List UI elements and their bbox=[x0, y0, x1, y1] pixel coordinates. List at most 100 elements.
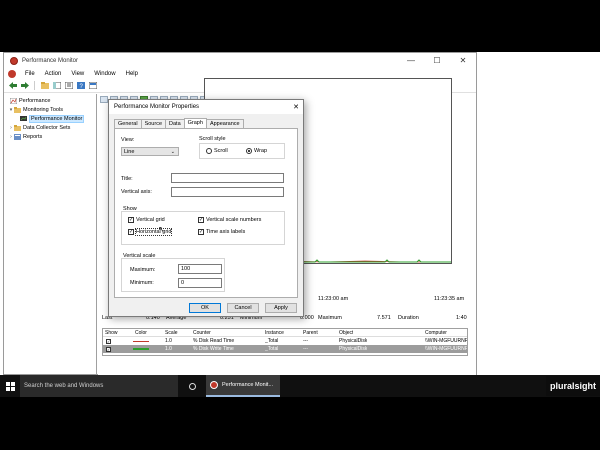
menu-view[interactable]: View bbox=[67, 71, 88, 77]
column-header-parent[interactable]: Parent bbox=[303, 330, 318, 336]
counter-parent: --- bbox=[303, 338, 308, 344]
checkmark-icon: ✓ bbox=[198, 229, 204, 235]
vertical-grid-checkbox[interactable]: ✓ Vertical grid bbox=[128, 217, 165, 223]
column-header-computer[interactable]: Computer bbox=[425, 330, 447, 336]
radio-selected-icon bbox=[246, 148, 252, 154]
apply-button[interactable]: Apply bbox=[265, 303, 297, 313]
counter-computer: \\WIN-MGFUURNF... bbox=[425, 346, 467, 352]
vertical-scale-numbers-checkbox[interactable]: ✓ Vertical scale numbers bbox=[198, 217, 261, 223]
taskbar-item-performance-monitor[interactable]: Performance Monit... bbox=[206, 375, 280, 397]
horizontal-grid-checkbox[interactable]: ✓ Horizontal grid bbox=[128, 228, 173, 236]
tree-item-performance-monitor[interactable]: Performance Monitor bbox=[4, 114, 96, 123]
maximum-label: Maximum bbox=[318, 315, 342, 321]
table-row[interactable]: ✓ 1.0 % Disk Write Time _Total --- Physi… bbox=[103, 345, 467, 353]
counter-object: PhysicalDisk bbox=[339, 338, 368, 344]
performance-monitor-icon bbox=[10, 56, 18, 65]
tab-source[interactable]: Source bbox=[140, 119, 167, 128]
cancel-button[interactable]: Cancel bbox=[227, 303, 259, 313]
window-menu-icon[interactable] bbox=[8, 69, 16, 78]
table-row[interactable]: ✓ 1.0 % Disk Read Time _Total --- Physic… bbox=[103, 337, 467, 345]
minimum-input[interactable]: 0 bbox=[178, 278, 222, 288]
duration-label: Duration bbox=[398, 315, 419, 321]
tree-item-monitoring-tools[interactable]: ▾ Monitoring Tools bbox=[4, 105, 96, 114]
tab-general[interactable]: General bbox=[114, 119, 142, 128]
title-bar: Performance Monitor — ☐ ✕ bbox=[4, 53, 476, 68]
performance-monitor-icon bbox=[210, 381, 218, 389]
chart-icon bbox=[10, 97, 17, 104]
menu-file[interactable]: File bbox=[21, 71, 39, 77]
counter-scale: 1.0 bbox=[165, 338, 172, 344]
view-select[interactable]: Line ⌄ bbox=[121, 147, 179, 156]
column-header-show[interactable]: Show bbox=[105, 330, 118, 336]
counter-color-swatch bbox=[133, 348, 149, 350]
column-header-instance[interactable]: Instance bbox=[265, 330, 284, 336]
menu-help[interactable]: Help bbox=[122, 71, 142, 77]
help-icon[interactable]: ? bbox=[76, 81, 85, 90]
wrap-radio[interactable]: Wrap bbox=[246, 148, 267, 154]
duration-value: 1:40 bbox=[456, 315, 467, 321]
show-hide-tree-icon[interactable] bbox=[52, 81, 61, 90]
title-label: Title: bbox=[121, 176, 133, 182]
scroll-radio[interactable]: Scroll bbox=[206, 148, 228, 154]
properties-icon[interactable] bbox=[64, 81, 73, 90]
wrap-radio-label: Wrap bbox=[254, 148, 268, 154]
search-box[interactable]: Search the web and Windows bbox=[20, 375, 178, 397]
tree-item-reports[interactable]: › Reports bbox=[4, 132, 96, 141]
letterbox-bottom bbox=[0, 397, 600, 450]
maximum-label: Maximum: bbox=[130, 267, 156, 273]
tab-graph[interactable]: Graph bbox=[183, 118, 207, 128]
show-group: ✓ Vertical grid ✓ Vertical scale numbers… bbox=[121, 211, 285, 245]
ok-button[interactable]: OK bbox=[189, 303, 221, 313]
minimize-button[interactable]: — bbox=[398, 53, 424, 68]
minimum-label: Minimum: bbox=[130, 280, 154, 286]
title-input[interactable] bbox=[171, 173, 284, 183]
view-label: View: bbox=[121, 137, 135, 143]
scroll-style-group: Scroll Wrap bbox=[199, 143, 285, 159]
column-header-object[interactable]: Object bbox=[339, 330, 353, 336]
task-view-button[interactable] bbox=[178, 382, 206, 390]
counter-computer: \\WIN-MGFUURNF... bbox=[425, 338, 467, 344]
tab-data[interactable]: Data bbox=[165, 119, 185, 128]
tree-item-performance[interactable]: Performance bbox=[4, 96, 96, 105]
vertical-scale-group: Maximum: 100 Minimum: 0 bbox=[121, 258, 225, 292]
time-axis-start-label: 11:23:00 am bbox=[318, 296, 349, 302]
taskbar-item-label: Performance Monit... bbox=[222, 382, 274, 388]
column-header-color[interactable]: Color bbox=[135, 330, 147, 336]
letterbox-top bbox=[0, 0, 600, 52]
tree-item-data-collector-sets[interactable]: › Data Collector Sets bbox=[4, 123, 96, 132]
column-header-counter[interactable]: Counter bbox=[193, 330, 211, 336]
time-axis-labels-checkbox[interactable]: ✓ Time axis labels bbox=[198, 229, 245, 235]
view-current-activity-icon[interactable] bbox=[100, 95, 108, 103]
counter-instance: _Total bbox=[265, 338, 279, 344]
menu-action[interactable]: Action bbox=[41, 71, 66, 77]
start-button[interactable] bbox=[0, 375, 20, 397]
vertical-scale-numbers-label: Vertical scale numbers bbox=[206, 217, 262, 223]
time-axis-end-label: 11:23:35 am bbox=[434, 296, 465, 302]
pluralsight-logo: pluralsight bbox=[546, 376, 600, 396]
menu-window[interactable]: Window bbox=[90, 71, 119, 77]
mouse-cursor-icon: ↖ bbox=[158, 225, 165, 234]
back-arrow-icon[interactable] bbox=[8, 81, 17, 90]
show-checkbox[interactable]: ✓ bbox=[106, 338, 111, 344]
tree-label-reports: Reports bbox=[23, 133, 43, 140]
navigation-tree: Performance ▾ Monitoring Tools Performan… bbox=[4, 94, 97, 376]
task-view-icon bbox=[188, 382, 196, 390]
checkmark-icon: ✓ bbox=[198, 217, 204, 223]
up-folder-icon[interactable] bbox=[40, 81, 49, 90]
tree-label-performance-monitor: Performance Monitor bbox=[29, 114, 85, 123]
maximum-value: 7.571 bbox=[377, 315, 391, 321]
time-axis-labels-label: Time axis labels bbox=[206, 229, 246, 235]
dialog-tabs: General Source Data Graph Appearance bbox=[114, 118, 244, 128]
vertical-axis-input[interactable] bbox=[171, 187, 284, 197]
maximum-input[interactable]: 100 bbox=[178, 264, 222, 274]
show-checkbox[interactable]: ✓ bbox=[106, 346, 111, 352]
forward-arrow-icon[interactable] bbox=[20, 81, 29, 90]
dialog-close-button[interactable]: ✕ bbox=[289, 103, 303, 111]
mmc-view-icon[interactable] bbox=[88, 81, 97, 90]
vertical-axis-label: Vertical axis: bbox=[121, 189, 152, 195]
close-button[interactable]: ✕ bbox=[450, 53, 476, 68]
column-header-scale[interactable]: Scale bbox=[165, 330, 178, 336]
monitor-chart-icon bbox=[20, 115, 27, 121]
maximize-button[interactable]: ☐ bbox=[424, 53, 450, 68]
tab-appearance[interactable]: Appearance bbox=[205, 119, 244, 128]
